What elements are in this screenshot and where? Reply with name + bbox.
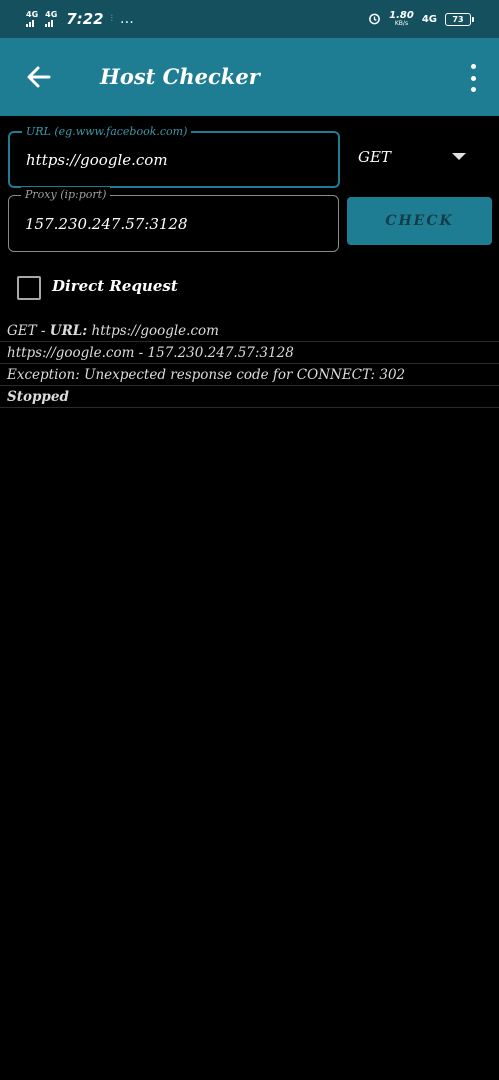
battery-icon: 73 [445, 12, 474, 26]
battery-level: 73 [452, 14, 464, 24]
signal-icon: 4G [45, 11, 57, 27]
method-selected: GET [358, 148, 391, 166]
url-input[interactable]: URL (eg.www.facebook.com) https://google… [8, 124, 340, 188]
log-line: https://google.com - 157.230.247.57:3128 [0, 342, 499, 364]
dropdown-arrow-icon [452, 153, 466, 160]
log-line: GET - URL: https://google.com [0, 320, 499, 342]
proxy-value[interactable]: 157.230.247.57:3128 [25, 196, 188, 251]
wifi-signal-icon: ⫶ [110, 14, 113, 24]
log-output: GET - URL: https://google.com https://go… [0, 320, 499, 408]
network-speed: 1.80 KB/s [389, 10, 414, 27]
status-bar: 4G 4G 7:22 ⫶ … 1.80 KB/s 4G 73 [0, 0, 499, 38]
more-notifications: … [119, 11, 135, 27]
page-title: Host Checker [100, 64, 260, 89]
clock: 7:22 [66, 10, 104, 28]
url-value[interactable]: https://google.com [26, 133, 168, 186]
proxy-input[interactable]: Proxy (ip:port) 157.230.247.57:3128 [8, 187, 339, 252]
network-type: 4G [26, 10, 39, 19]
signal-icon: 4G [26, 11, 38, 27]
mobile-data-icon: 4G [421, 13, 437, 25]
direct-request-checkbox[interactable] [17, 276, 41, 300]
direct-request-label[interactable]: Direct Request [52, 277, 178, 295]
log-line: Exception: Unexpected response code for … [0, 364, 499, 386]
back-arrow-icon[interactable] [22, 60, 56, 94]
alarm-icon [368, 10, 381, 29]
app-bar: Host Checker [0, 38, 499, 116]
network-type: 4G [45, 10, 58, 19]
log-line: Stopped [0, 386, 499, 408]
check-button[interactable]: CHECK [347, 197, 492, 245]
overflow-menu-icon[interactable] [469, 64, 477, 92]
method-dropdown[interactable]: GET [348, 130, 482, 184]
